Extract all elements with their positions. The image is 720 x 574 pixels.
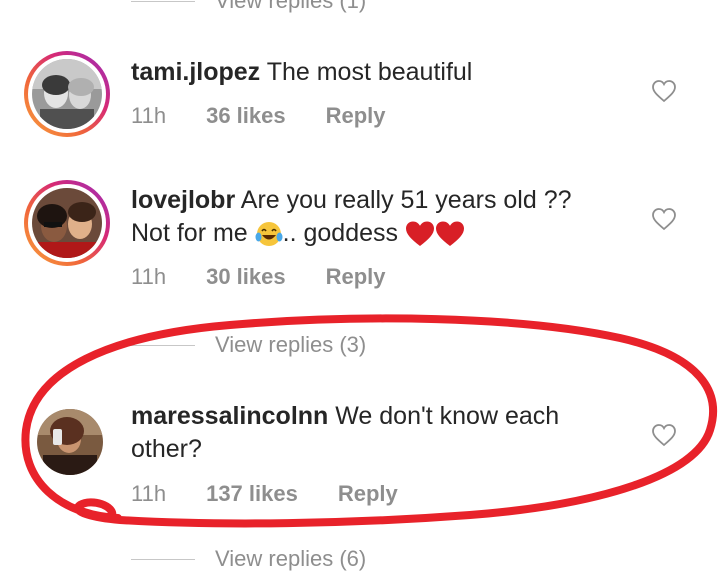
avatar-photo <box>32 188 102 258</box>
avatar-photo <box>32 59 102 129</box>
replies-divider <box>131 558 195 560</box>
comment-meta: 11h 36 likes Reply <box>131 101 386 131</box>
comment-likes[interactable]: 30 likes <box>206 264 286 290</box>
comment-time: 11h <box>131 103 167 128</box>
reply-button[interactable]: Reply <box>326 264 386 290</box>
comment-text: lovejlobr Are you really 51 years old ??… <box>131 184 611 250</box>
comment-likes[interactable]: 137 likes <box>206 481 298 507</box>
comment-time: 11h <box>131 264 167 289</box>
tears-of-joy-emoji <box>255 222 283 247</box>
view-replies-label: View replies (3) <box>215 332 367 357</box>
red-heart-emoji <box>405 221 434 247</box>
comment-username[interactable]: maressalincolnn <box>131 402 328 430</box>
red-heart-emoji <box>435 221 464 247</box>
avatar[interactable] <box>24 51 110 137</box>
comment-body-line2-end: .. goddess <box>282 219 399 247</box>
comment-username[interactable]: tami.jlopez <box>131 58 260 86</box>
comment-body: The most beautiful <box>266 58 473 86</box>
comment-text: maressalincolnn We don't know each other… <box>131 400 611 466</box>
view-replies-label: View replies (6) <box>215 546 367 571</box>
view-replies-top[interactable]: View replies (1) <box>131 0 366 16</box>
reply-button[interactable]: Reply <box>338 481 398 507</box>
reply-button[interactable]: Reply <box>326 103 386 129</box>
replies-divider <box>131 0 195 2</box>
heart-outline-icon[interactable] <box>651 207 677 231</box>
view-replies-bottom[interactable]: View replies (6) <box>131 544 366 574</box>
replies-divider <box>131 344 195 346</box>
avatar[interactable] <box>24 180 110 266</box>
comment-likes[interactable]: 36 likes <box>206 103 286 129</box>
comment-time: 11h <box>131 481 167 506</box>
comment-body-line1: Are you really 51 years old ?? <box>240 186 572 214</box>
avatar[interactable] <box>37 409 103 475</box>
view-replies-mid[interactable]: View replies (3) <box>131 330 366 360</box>
comment-meta: 11h 30 likes Reply <box>131 262 386 292</box>
comment-meta: 11h 137 likes Reply <box>131 479 398 509</box>
comment-text: tami.jlopez The most beautiful <box>131 56 611 89</box>
comment-body-line2: Not for me <box>131 219 248 247</box>
comment-username[interactable]: lovejlobr <box>131 186 235 214</box>
heart-outline-icon[interactable] <box>651 79 677 103</box>
heart-outline-icon[interactable] <box>651 423 677 447</box>
view-replies-label: View replies (1) <box>215 0 367 13</box>
